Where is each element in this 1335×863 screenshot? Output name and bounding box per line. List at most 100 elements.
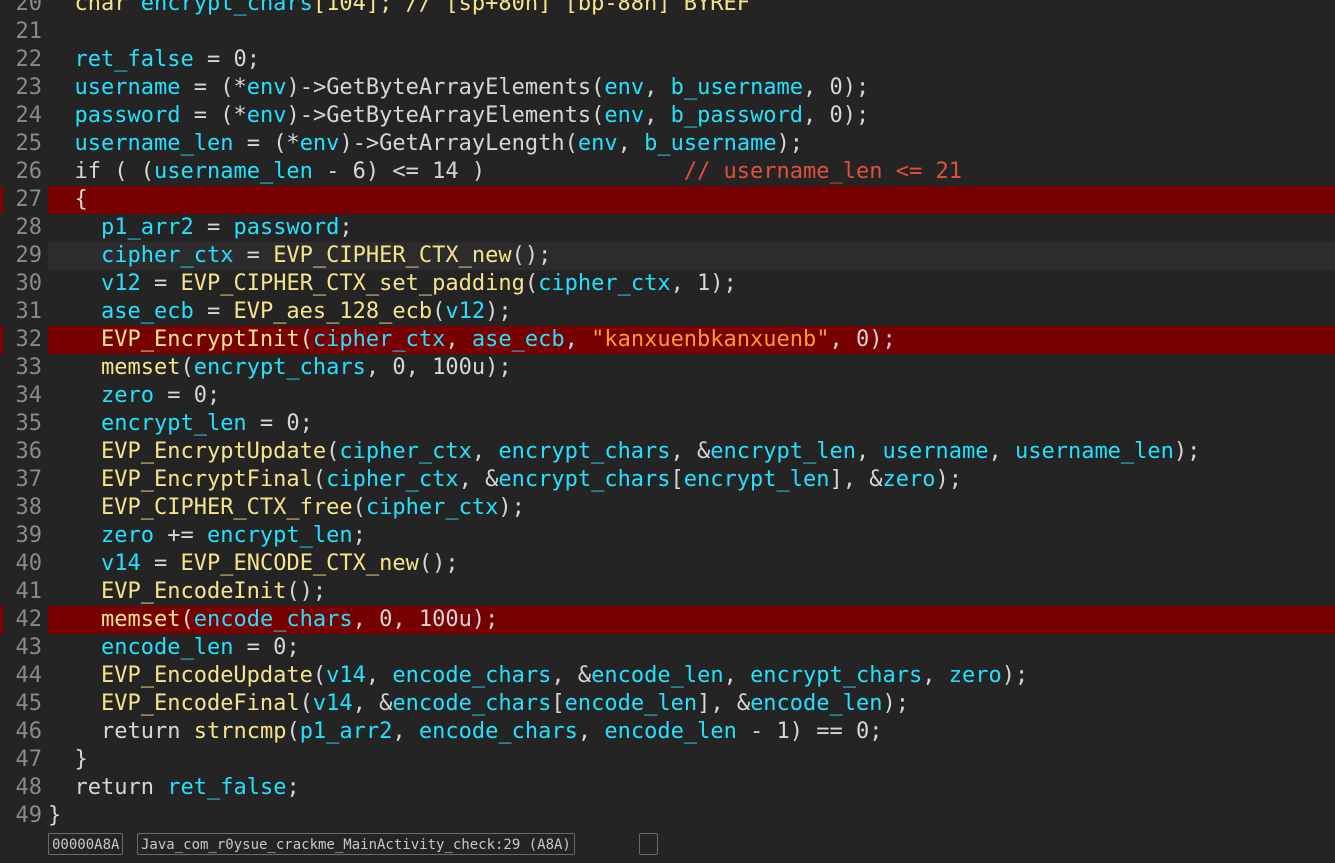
code-line[interactable]: 47 } (0, 746, 1335, 774)
code-line[interactable]: 41 EVP_EncodeInit(); (0, 578, 1335, 606)
code-text[interactable]: zero += encrypt_len; (48, 522, 1335, 550)
code-text[interactable]: return strncmp(p1_arr2, encode_chars, en… (48, 718, 1335, 746)
code-token: ; (352, 523, 366, 548)
code-line[interactable]: 36 EVP_EncryptUpdate(cipher_ctx, encrypt… (0, 438, 1335, 466)
code-line[interactable]: 28 p1_arr2 = password; (0, 214, 1335, 242)
code-line[interactable]: 33 memset(encrypt_chars, 0, 100u); (0, 354, 1335, 382)
code-token: encrypt_len (683, 467, 830, 492)
code-text[interactable]: EVP_EncryptFinal(cipher_ctx, &encrypt_ch… (48, 466, 1335, 494)
code-line[interactable]: 48 return ret_false; (0, 774, 1335, 802)
code-line[interactable]: 40 v14 = EVP_ENCODE_CTX_new(); (0, 550, 1335, 578)
code-token: , (644, 75, 671, 100)
code-token: encrypt_chars (750, 663, 923, 688)
code-text[interactable]: zero = 0; (48, 382, 1335, 410)
code-text[interactable]: } (48, 802, 1335, 828)
code-line[interactable]: 27 { (0, 186, 1335, 214)
code-text[interactable]: ase_ecb = EVP_aes_128_ecb(v12); (48, 298, 1335, 326)
code-text[interactable]: username = (*env)->GetByteArrayElements(… (48, 74, 1335, 102)
code-text[interactable]: } (48, 746, 1335, 774)
code-token: EVP_EncryptFinal (100, 467, 313, 492)
code-token: , (856, 439, 883, 464)
code-token: } (48, 747, 88, 772)
code-line[interactable]: 45 EVP_EncodeFinal(v14, &encode_chars[en… (0, 690, 1335, 718)
code-token: [ (551, 691, 565, 716)
code-token: ( (299, 691, 313, 716)
code-token: env (246, 103, 287, 128)
code-text[interactable]: EVP_EncodeInit(); (48, 578, 1335, 606)
code-line[interactable]: 29 cipher_ctx = EVP_CIPHER_CTX_new(); (0, 242, 1335, 270)
code-line[interactable]: 43 encode_len = 0; (0, 634, 1335, 662)
code-text[interactable]: encode_len = 0; (48, 634, 1335, 662)
pseudocode-editor[interactable]: 20 char encrypt_chars[104]; // [sp+80h] … (0, 0, 1335, 828)
code-line[interactable]: 26 if ( (username_len - 6) <= 14 ) // us… (0, 158, 1335, 186)
code-text[interactable]: if ( (username_len - 6) <= 14 ) // usern… (48, 158, 1335, 186)
code-line[interactable]: 49} (0, 802, 1335, 828)
code-text[interactable]: p1_arr2 = password; (48, 214, 1335, 242)
code-text[interactable]: v12 = EVP_CIPHER_CTX_set_padding(cipher_… (48, 270, 1335, 298)
code-text[interactable]: memset(encrypt_chars, 0, 100u); (48, 354, 1335, 382)
code-text[interactable]: password = (*env)->GetByteArrayElements(… (48, 102, 1335, 130)
code-text[interactable]: cipher_ctx = EVP_CIPHER_CTX_new(); (48, 242, 1335, 270)
code-token: zero (882, 467, 936, 492)
code-line[interactable]: 30 v12 = EVP_CIPHER_CTX_set_padding(ciph… (0, 270, 1335, 298)
code-text[interactable]: EVP_CIPHER_CTX_free(cipher_ctx); (48, 494, 1335, 522)
code-token: ; (286, 775, 300, 800)
code-token: , & (458, 467, 499, 492)
code-text[interactable]: memset(encode_chars, 0, 100u); (48, 606, 1335, 634)
code-token: v14 (312, 691, 353, 716)
line-number: 43 (0, 634, 46, 662)
code-text[interactable]: EVP_EncodeFinal(v14, &encode_chars[encod… (48, 690, 1335, 718)
code-token: , 0, 100u); (365, 355, 512, 380)
code-line[interactable]: 39 zero += encrypt_len; (0, 522, 1335, 550)
code-line[interactable]: 25 username_len = (*env)->GetArrayLength… (0, 130, 1335, 158)
code-token: ( (286, 719, 300, 744)
code-token: env (246, 75, 287, 100)
code-line[interactable]: 31 ase_ecb = EVP_aes_128_ecb(v12); (0, 298, 1335, 326)
code-line[interactable]: 46 return strncmp(p1_arr2, encode_chars,… (0, 718, 1335, 746)
code-text[interactable]: return ret_false; (48, 774, 1335, 802)
code-text[interactable]: EVP_EncodeUpdate(v14, encode_chars, &enc… (48, 662, 1335, 690)
code-text[interactable]: username_len = (*env)->GetArrayLength(en… (48, 130, 1335, 158)
code-token: ); (882, 691, 910, 716)
code-text[interactable]: ret_false = 0; (48, 46, 1335, 74)
code-text[interactable]: EVP_EncryptInit(cipher_ctx, ase_ecb, "ka… (48, 326, 1335, 354)
status-bar: 00000A8A Java_com_r0ysue_crackme_MainAct… (0, 828, 1335, 863)
code-line[interactable]: 32 EVP_EncryptInit(cipher_ctx, ase_ecb, … (0, 326, 1335, 354)
code-line[interactable]: 22 ret_false = 0; (0, 46, 1335, 74)
code-token: = (* (233, 131, 300, 156)
code-token: += (153, 523, 207, 548)
code-text[interactable]: char encrypt_chars[104]; // [sp+80h] [bp… (48, 0, 1335, 18)
code-token: cipher_ctx (339, 439, 472, 464)
code-text[interactable] (48, 18, 1335, 46)
code-token: // username_len <= 21 (683, 159, 962, 184)
code-line[interactable]: 23 username = (*env)->GetByteArrayElemen… (0, 74, 1335, 102)
code-token: username_len (1014, 439, 1174, 464)
code-token: v14 (100, 551, 141, 576)
code-line[interactable]: 35 encrypt_len = 0; (0, 410, 1335, 438)
code-line[interactable]: 44 EVP_EncodeUpdate(v14, encode_chars, &… (0, 662, 1335, 690)
code-line[interactable]: 20 char encrypt_chars[104]; // [sp+80h] … (0, 0, 1335, 18)
code-token: cipher_ctx (326, 467, 459, 492)
code-token: ( (312, 467, 327, 492)
code-text[interactable]: EVP_EncryptUpdate(cipher_ctx, encrypt_ch… (48, 438, 1335, 466)
code-text[interactable]: encrypt_len = 0; (48, 410, 1335, 438)
code-token: encode_chars (392, 691, 552, 716)
code-token: , 1); (670, 271, 737, 296)
code-line[interactable]: 38 EVP_CIPHER_CTX_free(cipher_ctx); (0, 494, 1335, 522)
code-token: ); (485, 299, 512, 324)
code-token: = (193, 215, 234, 240)
code-text[interactable]: v14 = EVP_ENCODE_CTX_new(); (48, 550, 1335, 578)
code-line[interactable]: 24 password = (*env)->GetByteArrayElemen… (0, 102, 1335, 130)
code-line[interactable]: 42 memset(encode_chars, 0, 100u); (0, 606, 1335, 634)
code-token: , (365, 663, 393, 688)
code-line[interactable]: 37 EVP_EncryptFinal(cipher_ctx, &encrypt… (0, 466, 1335, 494)
code-token: encrypt_len (100, 411, 247, 436)
code-token: { (48, 187, 88, 212)
line-number: 21 (0, 18, 46, 46)
code-text[interactable]: { (48, 186, 1335, 214)
code-line[interactable]: 34 zero = 0; (0, 382, 1335, 410)
code-line[interactable]: 21 (0, 18, 1335, 46)
